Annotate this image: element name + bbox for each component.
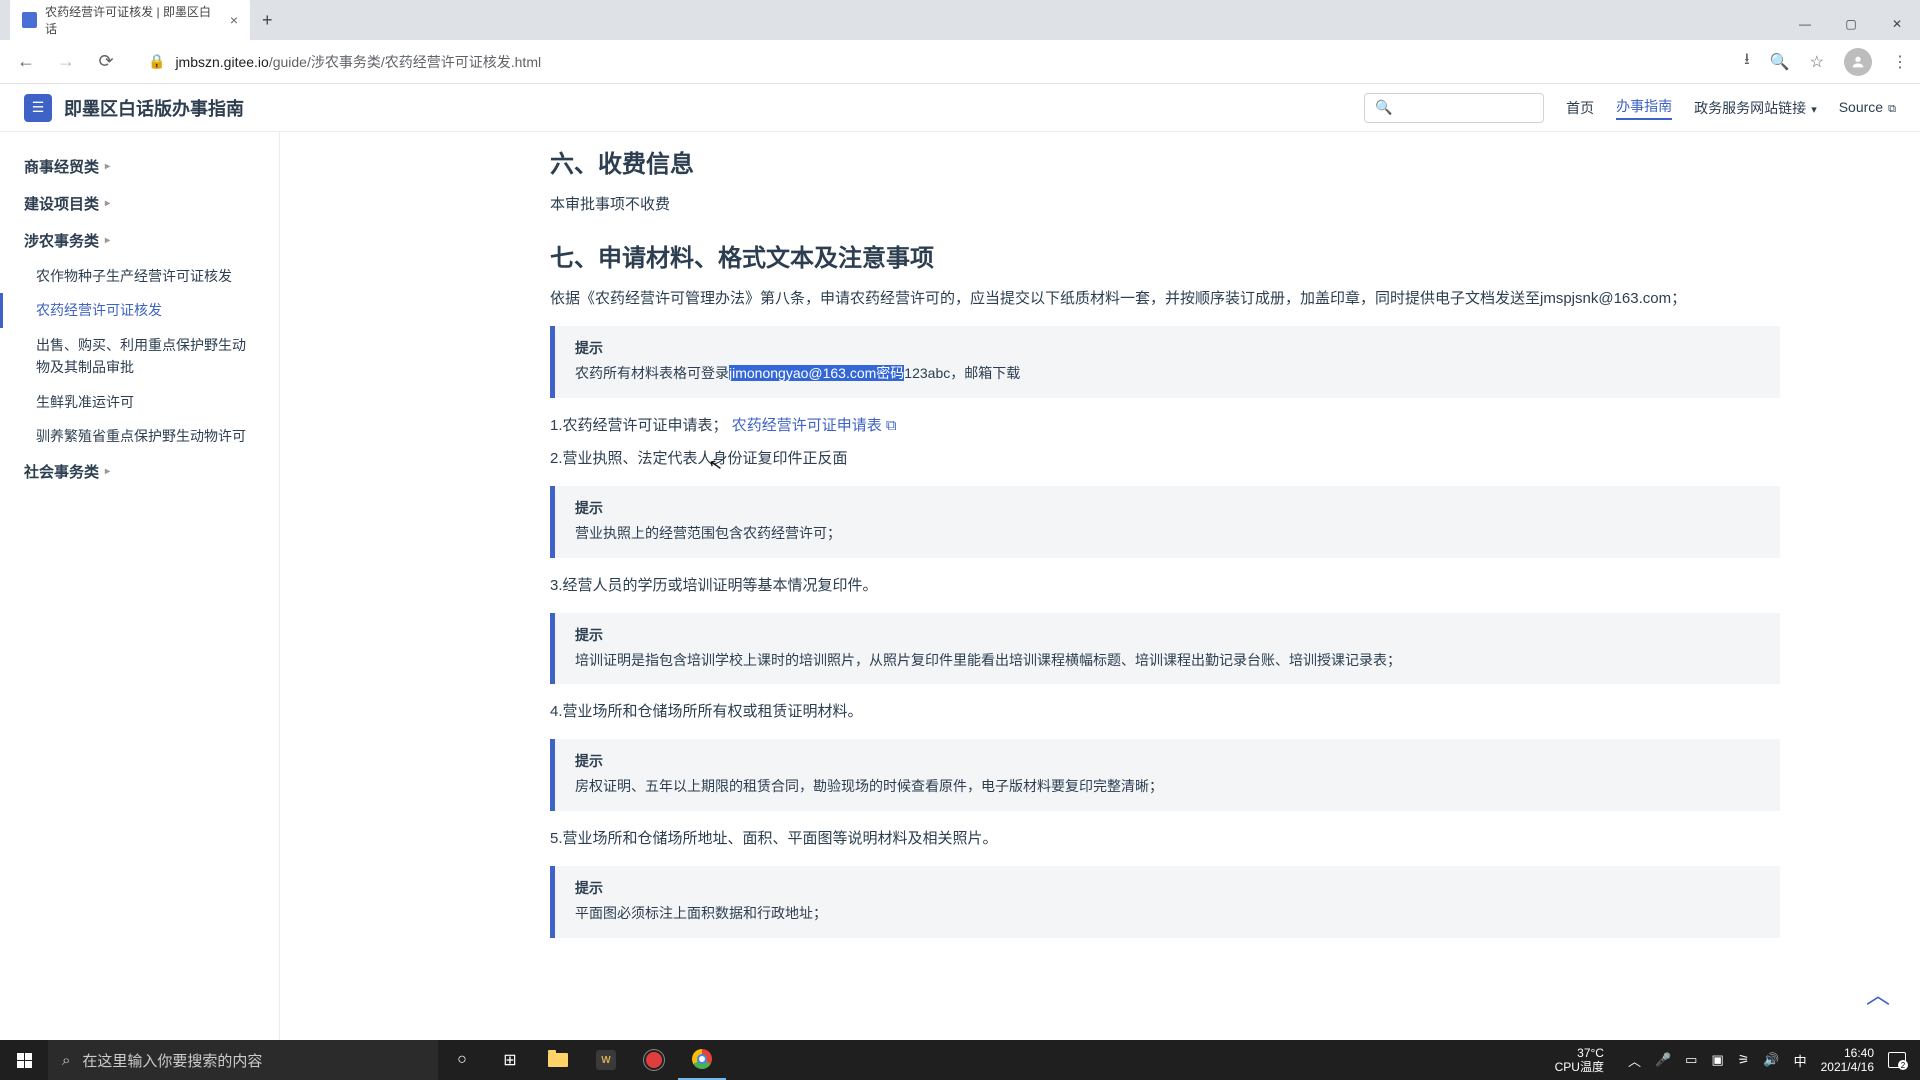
microphone-icon[interactable]: 🎤	[1655, 1052, 1671, 1068]
paragraph: 本审批事项不收费	[550, 191, 1780, 218]
paragraph: 依据《农药经营许可管理办法》第八条，申请农药经营许可的，应当提交以下纸质材料一套…	[550, 285, 1780, 312]
list-item: 1.农药经营许可证申请表； 农药经营许可证申请表 ⧉	[550, 412, 1780, 439]
reload-button[interactable]: ⟳	[92, 51, 120, 72]
taskbar: ⌕在这里输入你要搜索的内容 ○ ⊞ W 37°CCPU温度 ︿ 🎤 ▭ ▣ ⚞ …	[0, 1040, 1920, 1080]
menu-icon[interactable]: ⋮	[1892, 52, 1908, 72]
bookmark-icon[interactable]: ☆	[1810, 52, 1824, 72]
windows-logo-icon	[17, 1053, 32, 1068]
tip-title: 提示	[575, 751, 1760, 771]
minimize-button[interactable]: —	[1782, 8, 1828, 40]
sidebar-item[interactable]: 农作物种子生产经营许可证核发	[0, 259, 279, 293]
external-link-icon: ⧉	[886, 417, 897, 434]
scroll-top-button[interactable]: ︿	[1866, 975, 1890, 1010]
address-bar[interactable]: 🔒 jmbszn.gitee.io/guide/涉农事务类/农药经营许可证核发.…	[132, 46, 1732, 78]
tip-content: 农药所有材料表格可登录jimonongyao@163.com密码123abc，邮…	[575, 362, 1760, 386]
site-title: 即墨区白话版办事指南	[64, 95, 244, 121]
heading-7: 七、申请材料、格式文本及注意事项	[550, 238, 1780, 273]
sidebar-item[interactable]: 生鲜乳准运许可	[0, 385, 279, 419]
taskbar-search[interactable]: ⌕在这里输入你要搜索的内容	[48, 1040, 438, 1080]
nav-source[interactable]: Source ⧉	[1839, 99, 1896, 116]
sidebar-group-social[interactable]: 社会事务类▸	[0, 453, 279, 490]
sidebar-item[interactable]: 驯养繁殖省重点保护野生动物许可	[0, 419, 279, 453]
notifications-icon[interactable]	[1888, 1052, 1906, 1068]
tip-box: 提示 房权证明、五年以上期限的租赁合同，勘验现场的时候查看原件，电子版材料要复印…	[550, 739, 1780, 811]
lock-icon: 🔒	[148, 53, 165, 70]
site-logo-icon[interactable]: ☰	[24, 94, 52, 122]
tip-box: 提示 培训证明是指包含培训学校上课时的培训照片，从照片复印件里能看出培训课程横幅…	[550, 613, 1780, 685]
favicon-icon	[22, 12, 37, 28]
list-item: 4.营业场所和仓储场所所有权或租赁证明材料。	[550, 698, 1780, 725]
list-item: 5.营业场所和仓储场所地址、面积、平面图等说明材料及相关照片。	[550, 825, 1780, 852]
file-explorer-icon[interactable]	[534, 1040, 582, 1080]
browser-tab[interactable]: 农药经营许可证核发 | 即墨区白话 ×	[10, 0, 250, 45]
forward-button[interactable]: →	[52, 51, 80, 72]
tip-content: 培训证明是指包含培训学校上课时的培训照片，从照片复印件里能看出培训课程横幅标题、…	[575, 649, 1760, 673]
tab-title: 农药经营许可证核发 | 即墨区白话	[45, 3, 214, 37]
clock[interactable]: 16:402021/4/16	[1821, 1046, 1874, 1075]
browser-toolbar: ← → ⟳ 🔒 jmbszn.gitee.io/guide/涉农事务类/农药经营…	[0, 40, 1920, 84]
chevron-right-icon: ▸	[105, 161, 110, 172]
volume-icon[interactable]: 🔊	[1763, 1052, 1779, 1068]
tip-box: 提示 平面图必须标注上面积数据和行政地址；	[550, 866, 1780, 938]
tip-box: 提示 营业执照上的经营范围包含农药经营许可；	[550, 486, 1780, 558]
sidebar-item[interactable]: 出售、购买、利用重点保护野生动物及其制品审批	[0, 328, 279, 385]
maximize-button[interactable]: ▢	[1828, 8, 1874, 40]
tip-content: 平面图必须标注上面积数据和行政地址；	[575, 902, 1760, 926]
main-content: 六、收费信息 本审批事项不收费 七、申请材料、格式文本及注意事项 依据《农药经营…	[280, 132, 1920, 1040]
browser-tab-strip: 农药经营许可证核发 | 即墨区白话 × + — ▢ ✕	[0, 0, 1920, 40]
heading-6: 六、收费信息	[550, 144, 1780, 179]
chevron-down-icon: ▾	[1808, 104, 1817, 116]
application-form-link[interactable]: 农药经营许可证申请表 ⧉	[732, 417, 897, 434]
list-item: 2.营业执照、法定代表人身份证复印件正反面	[550, 445, 1780, 472]
chrome-icon[interactable]	[678, 1040, 726, 1080]
sidebar-group-construction[interactable]: 建设项目类▸	[0, 185, 279, 222]
url-host: jmbszn.gitee.io	[175, 54, 268, 70]
security-icon[interactable]: ▣	[1711, 1052, 1723, 1068]
selected-text: jimonongyao@163.com密码	[729, 365, 904, 381]
wps-icon[interactable]: W	[582, 1040, 630, 1080]
zoom-icon[interactable]: 🔍	[1770, 52, 1790, 72]
nav-gov-links[interactable]: 政务服务网站链接 ▾	[1694, 98, 1817, 118]
start-button[interactable]	[0, 1040, 48, 1080]
list-item: 3.经营人员的学历或培训证明等基本情况复印件。	[550, 572, 1780, 599]
search-icon: 🔍	[1375, 99, 1392, 116]
download-icon[interactable]: ⭳	[1744, 48, 1750, 75]
sidebar: 商事经贸类▸ 建设项目类▸ 涉农事务类▸ 农作物种子生产经营许可证核发 农药经营…	[0, 132, 280, 1040]
cortana-icon[interactable]: ○	[438, 1040, 486, 1080]
profile-avatar[interactable]	[1844, 48, 1872, 76]
battery-icon[interactable]: ▭	[1685, 1052, 1697, 1068]
sidebar-item-active[interactable]: 农药经营许可证核发	[0, 293, 279, 327]
close-window-button[interactable]: ✕	[1874, 8, 1920, 40]
close-icon[interactable]: ×	[230, 12, 238, 28]
search-input[interactable]: 🔍	[1364, 93, 1544, 123]
back-button[interactable]: ←	[12, 51, 40, 72]
search-icon: ⌕	[62, 1052, 70, 1069]
recorder-icon[interactable]	[630, 1040, 678, 1080]
tray-chevron-icon[interactable]: ︿	[1628, 1051, 1641, 1070]
sidebar-group-agriculture[interactable]: 涉农事务类▸	[0, 222, 279, 259]
site-header: ☰ 即墨区白话版办事指南 🔍 首页 办事指南 政务服务网站链接 ▾ Source…	[0, 84, 1920, 132]
new-tab-button[interactable]: +	[250, 10, 285, 31]
chevron-right-icon: ▸	[105, 198, 110, 209]
nav-guide[interactable]: 办事指南	[1616, 96, 1672, 120]
wifi-icon[interactable]: ⚞	[1738, 1052, 1750, 1068]
tip-title: 提示	[575, 878, 1760, 898]
tip-title: 提示	[575, 498, 1760, 518]
chevron-right-icon: ▸	[105, 466, 110, 477]
chevron-down-icon: ▸	[105, 235, 110, 246]
external-link-icon: ⧉	[1885, 103, 1896, 115]
tip-title: 提示	[575, 338, 1760, 358]
nav-home[interactable]: 首页	[1566, 98, 1594, 118]
url-path: /guide/涉农事务类/农药经营许可证核发.html	[269, 54, 541, 70]
tip-content: 房权证明、五年以上期限的租赁合同，勘验现场的时候查看原件，电子版材料要复印完整清…	[575, 775, 1760, 799]
tip-title: 提示	[575, 625, 1760, 645]
window-controls: — ▢ ✕	[1782, 8, 1920, 40]
tip-box: 提示 农药所有材料表格可登录jimonongyao@163.com密码123ab…	[550, 326, 1780, 398]
tip-content: 营业执照上的经营范围包含农药经营许可；	[575, 522, 1760, 546]
sidebar-group-commerce[interactable]: 商事经贸类▸	[0, 148, 279, 185]
ime-indicator[interactable]: 中	[1794, 1051, 1807, 1070]
weather-widget[interactable]: 37°CCPU温度	[1555, 1046, 1614, 1075]
task-view-icon[interactable]: ⊞	[486, 1040, 534, 1080]
